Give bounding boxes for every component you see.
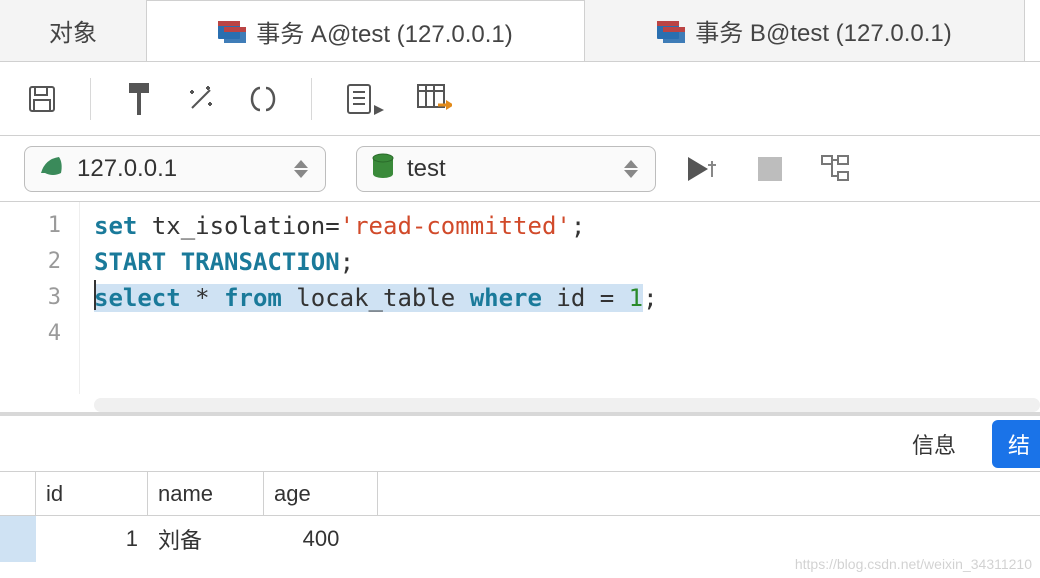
tab-transaction-b[interactable]: 事务 B@test (127.0.0.1) bbox=[585, 0, 1025, 61]
updown-icon bbox=[621, 160, 641, 178]
line-number: 2 bbox=[0, 244, 61, 280]
info-tab[interactable]: 信息 bbox=[912, 428, 956, 460]
code-area[interactable]: set tx_isolation='read-committed'; START… bbox=[80, 202, 1040, 394]
line-number: 4 bbox=[0, 316, 61, 352]
updown-icon bbox=[291, 160, 311, 178]
query-table-icon bbox=[218, 19, 246, 43]
line-number: 3 bbox=[0, 280, 61, 316]
code-line bbox=[94, 316, 1040, 352]
result-tabs: 信息 结 bbox=[0, 416, 1040, 472]
toolbar bbox=[0, 62, 1040, 136]
cell-name[interactable]: 刘备 bbox=[148, 516, 264, 562]
line-number: 1 bbox=[0, 208, 61, 244]
text-cursor bbox=[94, 280, 96, 310]
sql-editor[interactable]: 1 2 3 4 set tx_isolation='read-committed… bbox=[0, 202, 1040, 394]
database-icon bbox=[371, 153, 395, 184]
tab-label: 对象 bbox=[49, 13, 97, 48]
result-grid-header: id name age bbox=[0, 472, 1040, 516]
beautify-button[interactable] bbox=[183, 81, 219, 117]
watermark: https://blog.csdn.net/weixin_34311210 bbox=[795, 556, 1032, 572]
run-button[interactable] bbox=[686, 151, 722, 187]
row-selector[interactable] bbox=[0, 516, 36, 562]
brackets-button[interactable] bbox=[245, 81, 281, 117]
connection-row: 127.0.0.1 test bbox=[0, 136, 1040, 202]
cell-age[interactable]: 400 bbox=[264, 516, 378, 562]
code-line: set tx_isolation='read-committed'; bbox=[94, 208, 1040, 244]
save-button[interactable] bbox=[24, 81, 60, 117]
tab-label: 事务 A@test (127.0.0.1) bbox=[256, 14, 512, 49]
column-header-id[interactable]: id bbox=[36, 472, 148, 515]
structure-button[interactable] bbox=[818, 151, 854, 187]
code-line: select * from locak_table where id = 1; bbox=[94, 280, 1040, 316]
stop-button[interactable] bbox=[752, 151, 788, 187]
dolphin-icon bbox=[39, 153, 65, 184]
code-line: START TRANSACTION; bbox=[94, 244, 1040, 280]
tab-bar: 对象 事务 A@test (127.0.0.1) 事务 B@test (127.… bbox=[0, 0, 1040, 62]
database-selector[interactable]: test bbox=[356, 146, 656, 192]
column-header-name[interactable]: name bbox=[148, 472, 264, 515]
query-table-icon bbox=[657, 19, 685, 43]
tab-transaction-a[interactable]: 事务 A@test (127.0.0.1) bbox=[147, 0, 585, 61]
tab-objects[interactable]: 对象 bbox=[0, 0, 147, 61]
horizontal-scrollbar[interactable] bbox=[94, 398, 1040, 412]
export-button[interactable] bbox=[416, 81, 452, 117]
explain-button[interactable] bbox=[342, 81, 390, 117]
toolbar-separator bbox=[311, 78, 312, 120]
cell-id[interactable]: 1 bbox=[36, 516, 148, 562]
format-button[interactable] bbox=[121, 81, 157, 117]
db-label: test bbox=[407, 155, 609, 183]
tab-label: 事务 B@test (127.0.0.1) bbox=[695, 13, 951, 48]
result-tab[interactable]: 结 bbox=[992, 420, 1040, 468]
column-header-age[interactable]: age bbox=[264, 472, 378, 515]
row-selector-header[interactable] bbox=[0, 472, 36, 515]
line-gutter: 1 2 3 4 bbox=[0, 202, 80, 394]
host-label: 127.0.0.1 bbox=[77, 155, 279, 183]
host-selector[interactable]: 127.0.0.1 bbox=[24, 146, 326, 192]
toolbar-separator bbox=[90, 78, 91, 120]
